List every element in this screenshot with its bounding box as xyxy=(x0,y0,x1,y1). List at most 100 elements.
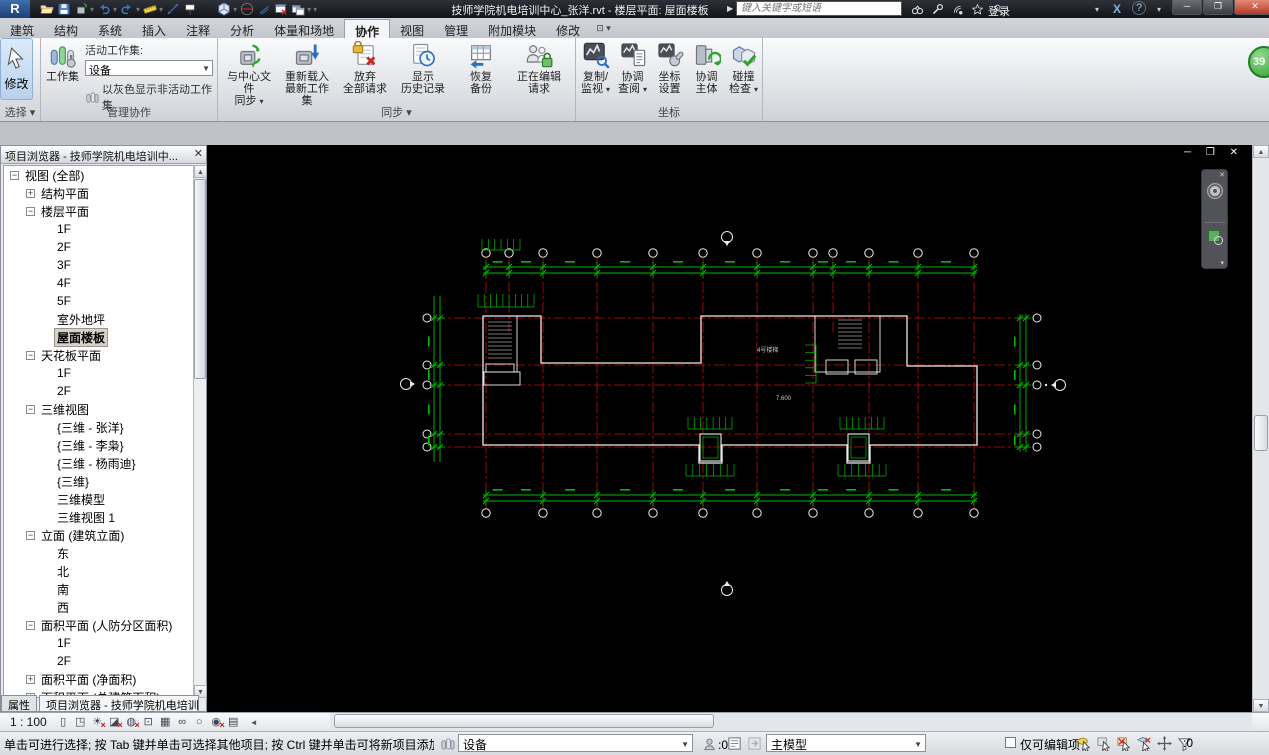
reveal-hidden-elements-icon[interactable]: ○ xyxy=(191,714,208,730)
tree-item-label[interactable]: 三维视图 xyxy=(39,401,91,418)
tree-item[interactable]: 西 xyxy=(4,598,194,616)
tab-结构[interactable]: 结构 xyxy=(44,19,88,38)
tree-item-label[interactable]: {三维 - 杨雨迪} xyxy=(55,455,138,472)
select-links-icon[interactable] xyxy=(1075,735,1093,752)
editing-requests-indicator[interactable]: :0 xyxy=(700,736,728,753)
sync-central-button[interactable]: 与中心文件 同步 ▾ xyxy=(222,41,276,108)
communication-center-icon[interactable] xyxy=(948,1,966,17)
collapse-icon[interactable]: − xyxy=(26,530,35,540)
qat-close-hidden-button[interactable] xyxy=(272,1,289,17)
collapse-icon[interactable]: − xyxy=(10,170,19,180)
tree-item[interactable]: 5F xyxy=(4,292,194,310)
reload-latest-button[interactable]: 重新载入 最新工作集 xyxy=(280,41,334,107)
collapse-arrow-icon[interactable]: ◄ xyxy=(250,718,258,727)
scroll-down-icon[interactable]: ▼ xyxy=(1253,699,1269,712)
drag-elements-icon[interactable] xyxy=(1155,735,1173,752)
select-underlay-icon[interactable] xyxy=(1095,735,1113,752)
minimize-ribbon-button[interactable]: ⊡ ▾ xyxy=(596,23,611,38)
tree-item-label[interactable]: {三维 - 张洋} xyxy=(55,419,126,436)
tree-item-label[interactable]: 北 xyxy=(55,563,71,580)
qat-text-a-button[interactable]: A xyxy=(198,1,215,17)
browser-scrollbar[interactable]: ▲ ▼ xyxy=(193,165,207,698)
tab-properties[interactable]: 属性 xyxy=(1,695,37,711)
tree-item-label[interactable]: 2F xyxy=(55,384,73,398)
reconcile-hosting-button[interactable]: 协调 主体 xyxy=(690,41,723,95)
tab-管理[interactable]: 管理 xyxy=(434,19,478,38)
search-binoculars-icon[interactable] xyxy=(908,1,926,17)
tree-item[interactable]: 东 xyxy=(4,544,194,562)
tree-item[interactable]: 屋面楼板 xyxy=(4,327,194,347)
coordination-settings-button[interactable]: 坐标 设置 xyxy=(653,41,686,95)
editable-only-checkbox[interactable] xyxy=(1005,737,1016,748)
modify-button[interactable]: 修改 xyxy=(0,38,33,100)
navigation-bar[interactable]: ✕ ▾ xyxy=(1201,169,1228,269)
tab-project-browser[interactable]: 项目浏览器 - 技师学院机电培训... xyxy=(39,695,199,711)
tree-item[interactable]: − 立面 (建筑立面) xyxy=(4,526,194,544)
editing-requests-button[interactable]: 正在编辑 请求 xyxy=(512,41,566,95)
project-browser-header[interactable]: 项目浏览器 - 技师学院机电培训中... ✕ xyxy=(1,146,206,164)
revit-application-menu[interactable]: R xyxy=(0,0,30,18)
collapse-icon[interactable]: − xyxy=(26,404,35,414)
scrollbar-thumb[interactable] xyxy=(1254,415,1268,451)
tree-item-label[interactable]: 3F xyxy=(55,258,73,272)
horizontal-scrollbar[interactable] xyxy=(330,713,1252,730)
workset-status-dropdown[interactable]: 设备 ▼ xyxy=(458,734,693,752)
worksharing-display-icon[interactable]: ◉ × xyxy=(208,714,224,730)
infocenter-expand-arrow[interactable]: ▶ xyxy=(727,4,733,13)
chevron-down-icon[interactable]: ▾ xyxy=(606,85,610,94)
tree-item[interactable]: + 面积平面 (净面积) xyxy=(4,670,194,688)
tab-视图[interactable]: 视图 xyxy=(390,19,434,38)
tree-item-label[interactable]: 视图 (全部) xyxy=(23,167,86,184)
tree-item[interactable]: 三维视图 1 xyxy=(4,508,194,526)
tree-item[interactable]: {三维 - 杨雨迪} xyxy=(4,454,194,472)
sun-path-icon[interactable]: ☀ × xyxy=(89,714,105,730)
qat-section-button[interactable] xyxy=(238,1,255,17)
qat-thin-lines-button[interactable] xyxy=(255,1,272,17)
qat-switch-windows-button[interactable] xyxy=(289,1,306,17)
help-dropdown-icon[interactable]: ▾ xyxy=(1150,1,1168,17)
tree-item-label[interactable]: 面积平面 (人防分区面积) xyxy=(39,617,174,634)
qat-view-3d-button[interactable] xyxy=(215,1,232,17)
tree-item[interactable]: − 三维视图 xyxy=(4,400,194,418)
tree-item-label[interactable]: 1F xyxy=(55,366,73,380)
tab-体量和场地[interactable]: 体量和场地 xyxy=(264,19,344,38)
tab-修改[interactable]: 修改 xyxy=(546,19,590,38)
tree-item-label[interactable]: 南 xyxy=(55,581,71,598)
visual-style-icon[interactable]: ◳ xyxy=(72,714,89,730)
tree-item[interactable]: {三维 - 李枭} xyxy=(4,436,194,454)
chevron-down-icon[interactable]: ▾ xyxy=(754,85,758,94)
crop-view-icon[interactable]: ⊡ xyxy=(140,714,157,730)
active-workset-dropdown[interactable]: 设备 ▼ xyxy=(85,60,213,77)
tree-item[interactable]: 1F xyxy=(4,634,194,652)
tab-注释[interactable]: 注释 xyxy=(176,19,220,38)
exchange-apps-icon[interactable]: X xyxy=(1108,1,1126,17)
tree-item[interactable]: 2F xyxy=(4,652,194,670)
show-history-button[interactable]: 显示 历史记录 xyxy=(396,41,450,95)
tree-item[interactable]: 1F xyxy=(4,220,194,238)
tree-item-label[interactable]: 东 xyxy=(55,545,71,562)
design-option-dropdown[interactable]: 主模型 ▼ xyxy=(766,734,926,752)
scrollbar-thumb[interactable] xyxy=(334,714,714,728)
tree-item[interactable]: 2F xyxy=(4,238,194,256)
qat-redo-button[interactable] xyxy=(118,1,135,17)
tree-item[interactable]: − 视图 (全部) xyxy=(4,166,194,184)
tree-item[interactable]: 2F xyxy=(4,382,194,400)
search-input[interactable] xyxy=(736,1,902,16)
tree-item-label[interactable]: 5F xyxy=(55,294,73,308)
expand-icon[interactable]: + xyxy=(26,674,35,684)
chevron-down-icon[interactable]: ▾ xyxy=(260,97,264,106)
tree-item-label[interactable]: 屋面楼板 xyxy=(53,327,109,347)
relinquish-all-button[interactable]: 放弃 全部请求 xyxy=(338,41,392,95)
collapse-icon[interactable]: − xyxy=(26,620,35,630)
qat-dropdown-icon[interactable]: ▾ xyxy=(159,5,163,14)
qat-measure-button[interactable] xyxy=(141,1,158,17)
tab-建筑[interactable]: 建筑 xyxy=(0,19,44,38)
coordination-review-button[interactable]: 协调 查阅 ▾ xyxy=(616,41,649,96)
minimize-button[interactable]: ─ xyxy=(1172,0,1202,15)
tree-item-label[interactable]: 室外地坪 xyxy=(55,311,107,328)
tree-item[interactable]: − 天花板平面 xyxy=(4,346,194,364)
signin-dropdown-icon[interactable]: ▾ xyxy=(1095,5,1099,14)
select-by-face-icon[interactable] xyxy=(1135,735,1153,752)
collapse-icon[interactable]: − xyxy=(26,350,35,360)
steering-wheel-icon[interactable] xyxy=(1206,182,1224,200)
